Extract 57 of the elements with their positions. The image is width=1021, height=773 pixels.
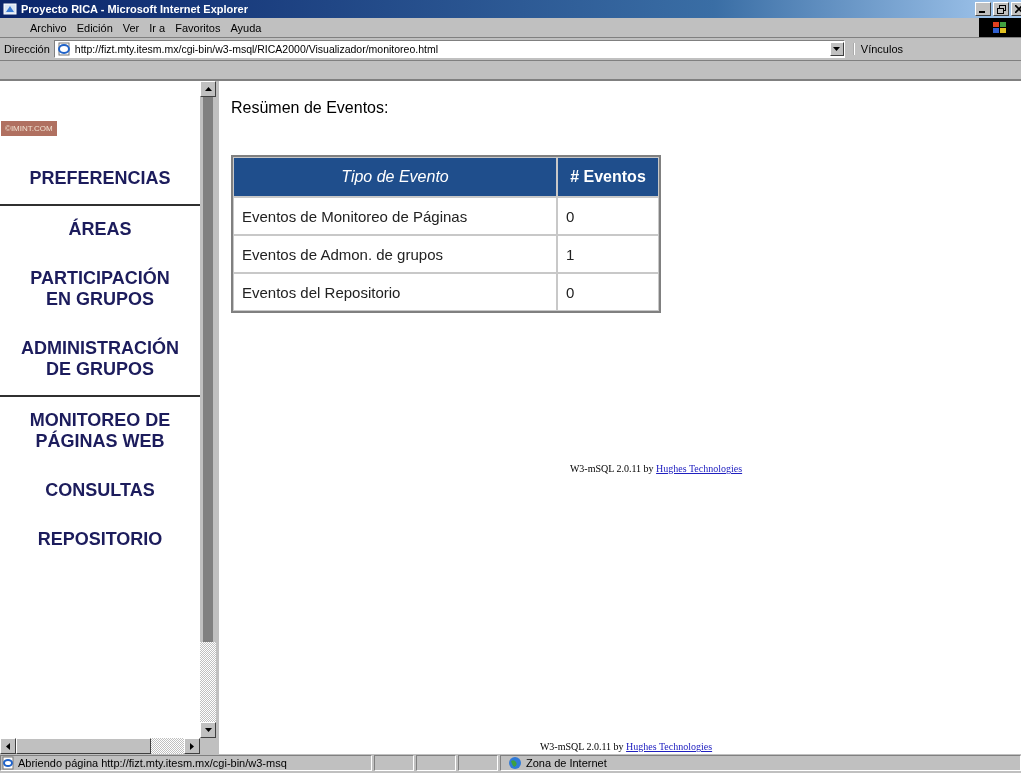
menu-item[interactable]: Ir a (149, 21, 166, 34)
status-pane (416, 755, 456, 771)
address-field[interactable]: http://fizt.mty.itesm.mx/cgi-bin/w3-msql/RICA2000/Visualizador/monitoreo.html (53, 40, 845, 58)
scroll-right-button[interactable] (184, 738, 200, 754)
scroll-left-button[interactable] (0, 738, 16, 754)
table-cell: Eventos de Monitoreo de Páginas (233, 197, 557, 235)
status-pane (458, 755, 498, 771)
scrollbar-thumb[interactable] (203, 97, 213, 642)
menu-item[interactable]: Favoritos (175, 21, 221, 34)
menu-item[interactable]: Ayuda (230, 21, 262, 34)
horizontal-scrollbar[interactable] (0, 738, 200, 754)
left-arrow-icon (6, 742, 10, 750)
credit-text: W3-mSQL 2.0.11 by (569, 463, 654, 474)
status-text: Abriendo página http://fizt.mty.itesm.mx/cgi-bin/w3-msq (18, 757, 287, 769)
scrollbar-thumb[interactable] (16, 738, 151, 754)
credit-link[interactable]: Hughes Technologies (656, 463, 743, 474)
window-title: Proyecto RICA - Microsoft Internet Explorer (21, 3, 249, 15)
table-cell: 1 (557, 235, 659, 273)
credit-link[interactable]: Hughes Technologies (626, 741, 713, 752)
menu-item[interactable]: Ver (122, 21, 140, 34)
nav-link[interactable]: CONSULTAS (0, 480, 200, 501)
nav-link[interactable]: PREFERENCIAS (0, 168, 200, 189)
table-cell: 0 (557, 273, 659, 311)
table-cell: Eventos del Repositorio (233, 273, 557, 311)
links-label[interactable]: Vínculos (852, 43, 904, 55)
column-header: # Eventos (557, 157, 659, 197)
table-cell: Eventos de Admon. de grupos (233, 235, 557, 273)
credit-text: W3-mSQL 2.0.11 by (539, 741, 624, 752)
down-arrow-icon (204, 728, 212, 732)
page-heading: Resümen de Eventos: (231, 99, 390, 117)
page-icon (55, 42, 72, 56)
globe-icon (507, 756, 523, 770)
restore-icon (996, 4, 1006, 14)
address-label: Dirección (4, 43, 50, 55)
restore-button[interactable] (993, 2, 1009, 16)
dropdown-button[interactable] (829, 42, 844, 56)
scroll-down-button[interactable] (200, 722, 216, 738)
menu-item[interactable]: Edición (76, 21, 113, 34)
vertical-scrollbar[interactable] (200, 81, 216, 738)
browser-icon (3, 2, 17, 16)
zone-text: Zona de Internet (526, 757, 607, 769)
nav-link[interactable]: MONITOREO DE PÁGINAS WEB (0, 410, 200, 452)
nav-link[interactable]: REPOSITORIO (0, 529, 200, 550)
status-pane (374, 755, 414, 771)
table-cell: 0 (557, 197, 659, 235)
right-arrow-icon (190, 742, 194, 750)
close-icon (1015, 5, 1021, 13)
throbber-logo (979, 18, 1021, 37)
scroll-up-button[interactable] (200, 81, 216, 97)
column-header: Tipo de Evento (233, 157, 557, 197)
nav-link[interactable]: ÁREAS (0, 219, 200, 240)
minimize-button[interactable] (975, 2, 991, 16)
nav-link[interactable]: ADMINISTRACIÓN DE GRUPOS (0, 338, 200, 380)
nav-link[interactable]: PARTICIPACIÓN EN GRUPOS (0, 268, 200, 310)
caret-icon (833, 47, 841, 51)
menu-item[interactable]: Archivo (30, 21, 67, 34)
up-arrow-icon (204, 87, 212, 91)
